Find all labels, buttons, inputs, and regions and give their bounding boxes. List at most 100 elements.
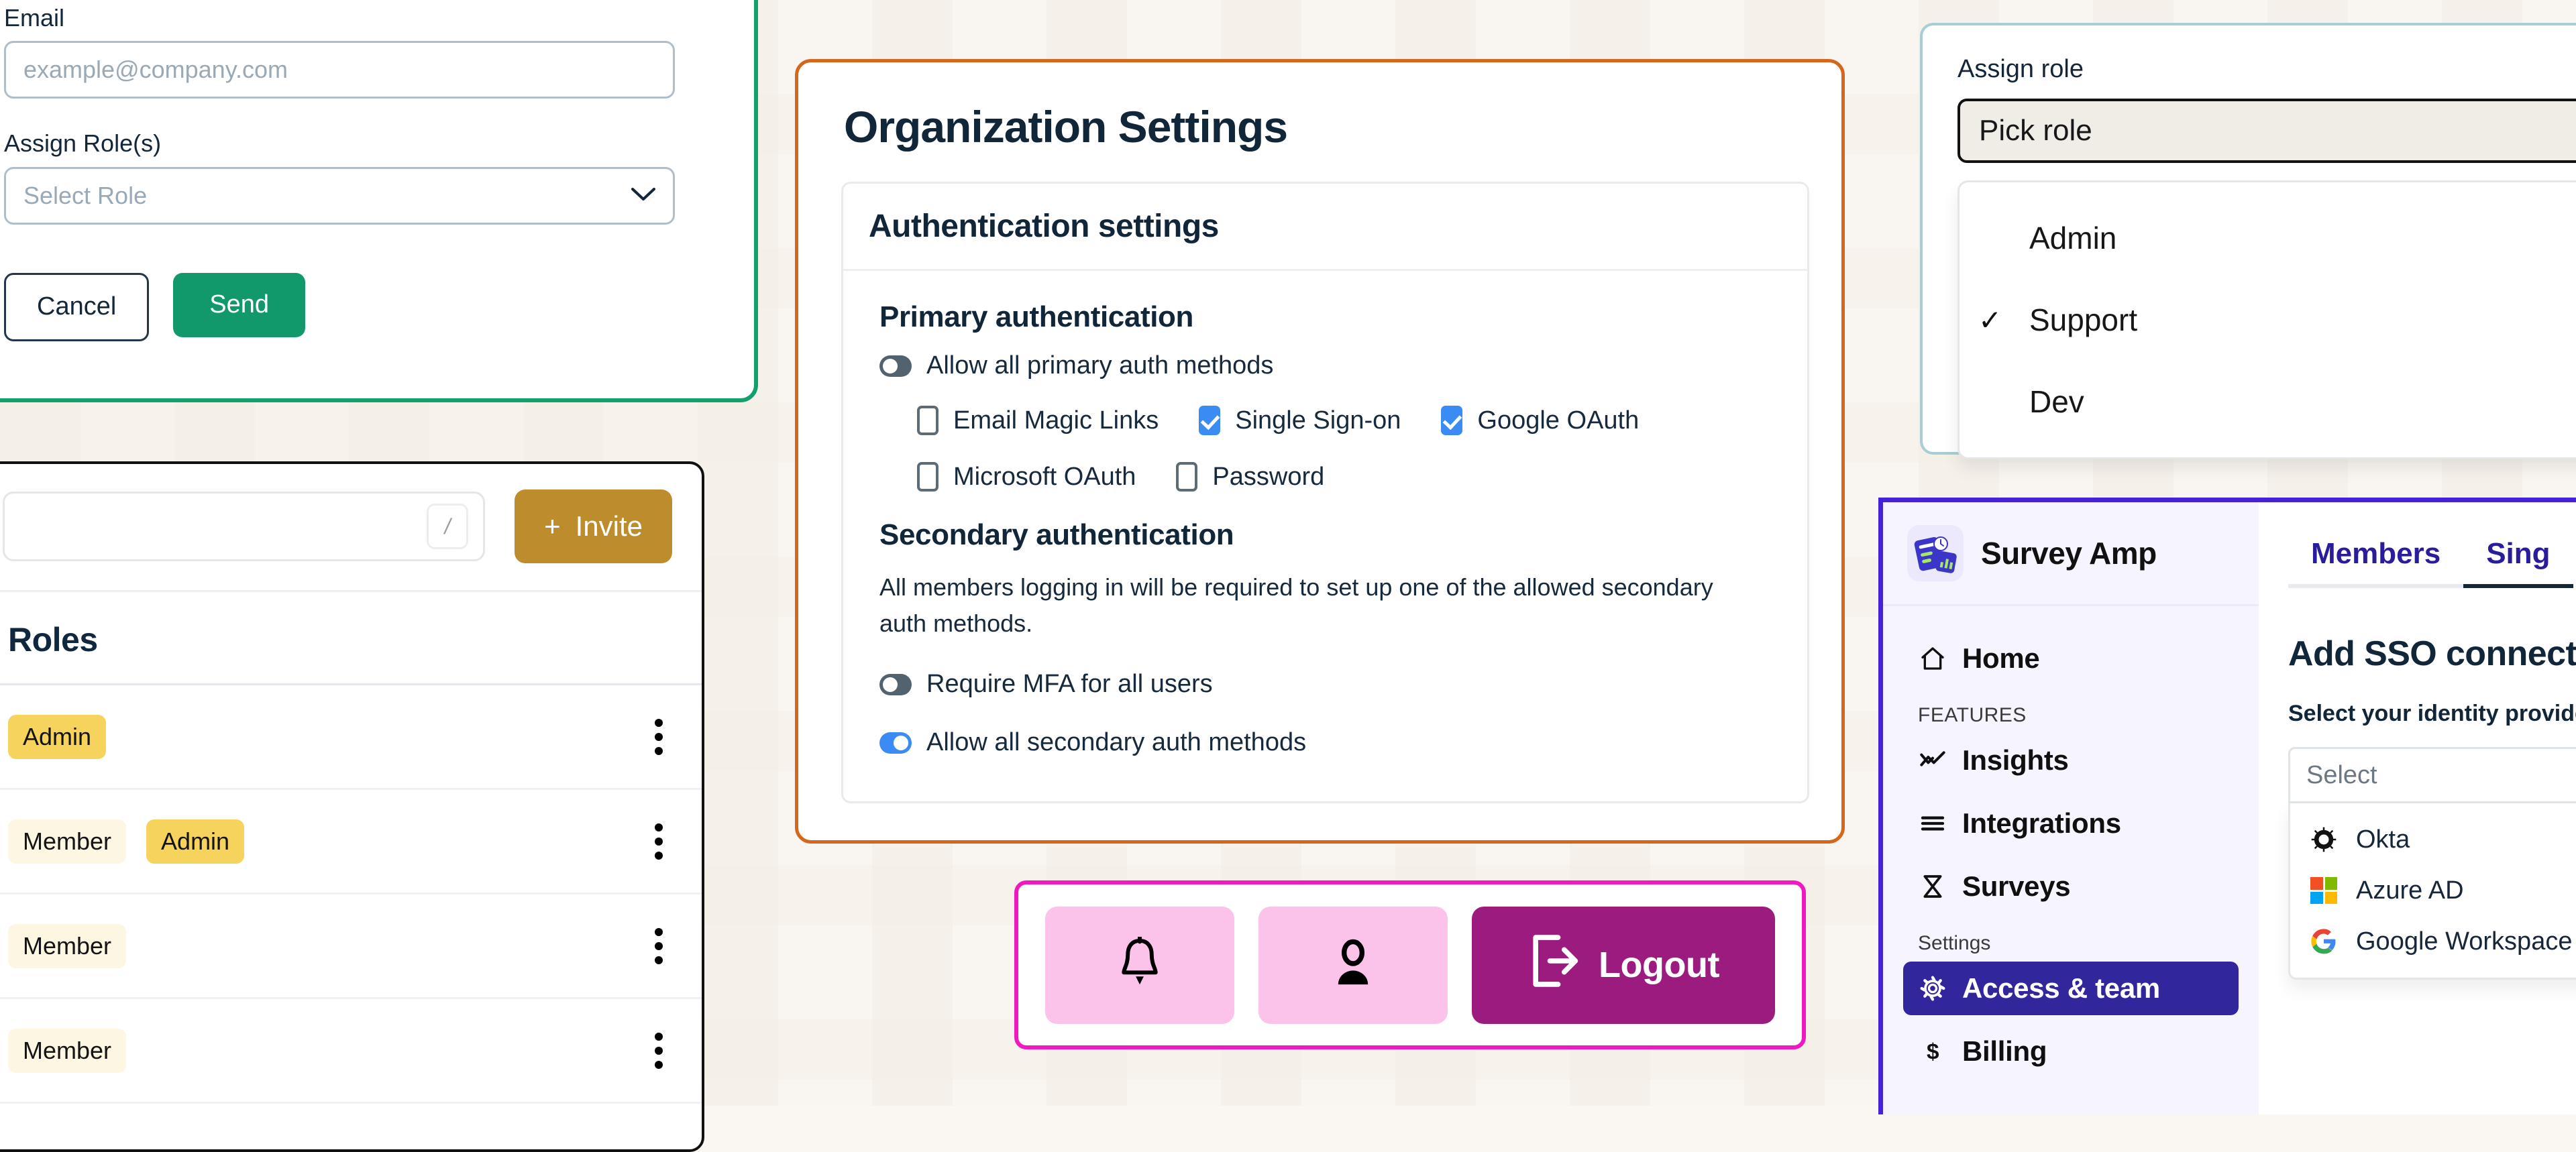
tab-members[interactable]: Members	[2288, 537, 2464, 588]
role-tags: Admin	[8, 714, 107, 759]
status-badge: Admin	[146, 819, 245, 864]
microsoft-icon	[2309, 876, 2339, 905]
checkbox-box[interactable]	[1199, 406, 1221, 435]
organization-settings-card: Organization Settings Authentication set…	[795, 59, 1845, 844]
user-icon	[1329, 937, 1377, 994]
role-tags: Member	[8, 923, 127, 968]
allow-all-primary-toggle[interactable]	[879, 355, 912, 377]
row-menu-icon[interactable]	[651, 715, 667, 759]
google-icon	[2309, 927, 2339, 956]
plus-icon: +	[544, 510, 561, 542]
account-button[interactable]	[1258, 906, 1448, 1024]
invite-actions: Cancel Send	[4, 272, 706, 341]
menu-item-support[interactable]: ✓ Support	[1960, 279, 2576, 361]
checkbox-box[interactable]	[1441, 406, 1463, 435]
checkbox-microsoft-oauth[interactable]: Microsoft OAuth	[917, 462, 1136, 492]
logout-button[interactable]: Logout	[1472, 906, 1775, 1024]
require-mfa-row: Require MFA for all users	[879, 670, 1771, 699]
row-menu-icon[interactable]	[651, 924, 667, 968]
email-label: Email	[4, 4, 65, 32]
sidebar-item-surveys[interactable]: Surveys	[1903, 860, 2239, 913]
allow-all-primary-row: Allow all primary auth methods	[879, 351, 1771, 380]
email-placeholder: example@company.com	[23, 56, 288, 84]
table-row[interactable]: Member Admin	[0, 790, 702, 895]
provider-label: Azure AD	[2356, 876, 2464, 905]
check-icon: ✓	[1978, 304, 2002, 336]
roles-section: Roles Admin Member Admin Member Member	[0, 590, 702, 1104]
pick-role-button[interactable]: Pick role	[1957, 99, 2576, 163]
allow-all-secondary-toggle[interactable]	[879, 732, 912, 754]
checkbox-password[interactable]: Password	[1176, 462, 1324, 492]
provider-option-google-workspace[interactable]: Google Workspace	[2290, 916, 2576, 967]
integrations-icon	[1918, 809, 1947, 838]
brand-name: Survey Amp	[1981, 536, 2157, 571]
checkbox-label: Microsoft OAuth	[953, 462, 1136, 491]
add-sso-heading: Add SSO connectio	[2288, 634, 2576, 673]
identity-provider-options: Okta Azure AD Google Workspace	[2288, 803, 2576, 980]
checkbox-box[interactable]	[1176, 462, 1198, 492]
table-row[interactable]: Admin	[0, 685, 702, 790]
provider-label: Google Workspace	[2356, 927, 2573, 956]
identity-provider-label: Select your identity provider	[2288, 701, 2576, 726]
checkbox-single-sign-on[interactable]: Single Sign-on	[1199, 406, 1401, 435]
page-title: Organization Settings	[844, 102, 1288, 152]
provider-option-okta[interactable]: Okta	[2290, 814, 2576, 865]
table-row[interactable]: Member	[0, 895, 702, 999]
select-role-dropdown[interactable]: Select Role	[4, 166, 675, 225]
table-row[interactable]: Member	[0, 999, 702, 1104]
row-menu-icon[interactable]	[651, 819, 667, 864]
dollar-icon: $	[1918, 1037, 1947, 1066]
sidebar-item-label: Insights	[1962, 744, 2069, 776]
status-badge: Member	[8, 1028, 127, 1073]
svg-text:$: $	[1927, 1040, 1939, 1065]
allow-all-primary-label: Allow all primary auth methods	[926, 351, 1274, 380]
authentication-settings-title: Authentication settings	[843, 184, 1807, 271]
status-badge: Member	[8, 819, 127, 864]
checkbox-box[interactable]	[917, 406, 938, 435]
notifications-button[interactable]	[1045, 906, 1234, 1024]
secondary-authentication-title: Secondary authentication	[879, 518, 1234, 551]
chevron-down-icon	[631, 184, 655, 207]
checkbox-label: Single Sign-on	[1235, 406, 1401, 435]
search-shortcut-badge: /	[427, 504, 469, 549]
main-content: Members Sing Add SSO connectio Select yo…	[2259, 502, 2576, 1114]
row-menu-icon[interactable]	[651, 1029, 667, 1073]
checkbox-google-oauth[interactable]: Google OAuth	[1441, 406, 1639, 435]
identity-provider-select[interactable]: Select	[2288, 747, 2576, 803]
sidebar-item-label: Surveys	[1962, 870, 2071, 902]
logout-icon	[1527, 933, 1578, 997]
sidebar-item-label: Integrations	[1962, 807, 2121, 839]
provider-label: Okta	[2356, 825, 2410, 854]
tabs: Members Sing	[2259, 502, 2576, 588]
assign-role-label: Assign role	[1957, 55, 2084, 83]
secondary-authentication-description: All members logging in will be required …	[879, 573, 1713, 637]
tab-single-sign-on[interactable]: Sing	[2463, 537, 2573, 588]
provider-option-azure-ad[interactable]: Azure AD	[2290, 865, 2576, 916]
checkbox-box[interactable]	[917, 462, 938, 492]
sidebar-item-insights[interactable]: Insights	[1903, 734, 2239, 787]
menu-item-dev[interactable]: Dev	[1960, 361, 2576, 443]
cancel-button[interactable]: Cancel	[4, 272, 150, 341]
survey-amp-logo-icon	[1907, 525, 1964, 581]
menu-item-admin[interactable]: Admin	[1960, 197, 2576, 279]
sidebar-item-home[interactable]: Home	[1903, 632, 2239, 685]
checkbox-label: Google OAuth	[1477, 406, 1640, 435]
home-icon	[1918, 644, 1947, 673]
checkbox-label: Email Magic Links	[953, 406, 1159, 435]
pick-role-button-label: Pick role	[1979, 114, 2092, 147]
invite-button[interactable]: + Invite	[515, 489, 672, 563]
send-button[interactable]: Send	[173, 272, 306, 337]
bell-icon	[1116, 934, 1164, 994]
account-action-bar: Logout	[1014, 880, 1806, 1049]
allow-all-secondary-row: Allow all secondary auth methods	[879, 728, 1771, 757]
sidebar-item-billing[interactable]: $ Billing	[1903, 1025, 2239, 1078]
invite-member-card: Email example@company.com Assign Role(s)…	[0, 0, 758, 402]
email-field[interactable]: example@company.com	[4, 41, 675, 99]
survey-amp-app: Survey Amp Home FEATURES Insights Integr…	[1878, 498, 2576, 1114]
require-mfa-toggle[interactable]	[879, 673, 912, 695]
members-toolbar: / + Invite	[0, 464, 702, 590]
checkbox-email-magic-links[interactable]: Email Magic Links	[917, 406, 1159, 435]
sidebar-item-access-team[interactable]: Access & team	[1903, 962, 2239, 1015]
sidebar-item-integrations[interactable]: Integrations	[1903, 797, 2239, 850]
search-input[interactable]: /	[3, 492, 486, 561]
